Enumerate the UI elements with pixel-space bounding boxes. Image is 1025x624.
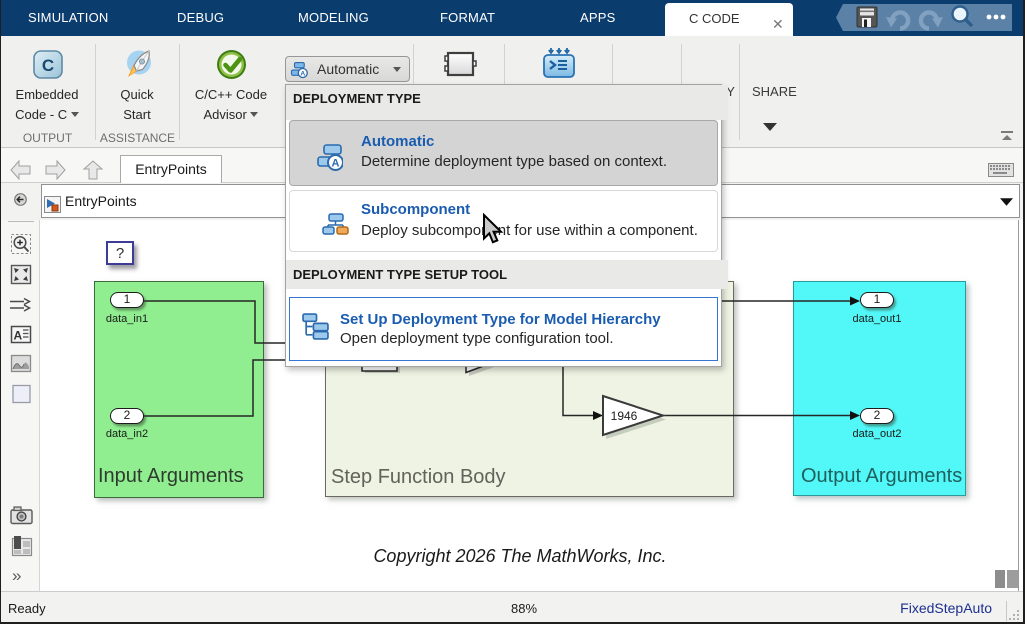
svg-text:A: A bbox=[300, 71, 305, 78]
svg-text:A: A bbox=[14, 329, 23, 343]
svg-text:C: C bbox=[42, 56, 54, 75]
svg-text:1946: 1946 bbox=[611, 409, 638, 423]
svg-text:A: A bbox=[332, 158, 340, 170]
svg-text:»: » bbox=[12, 566, 21, 585]
